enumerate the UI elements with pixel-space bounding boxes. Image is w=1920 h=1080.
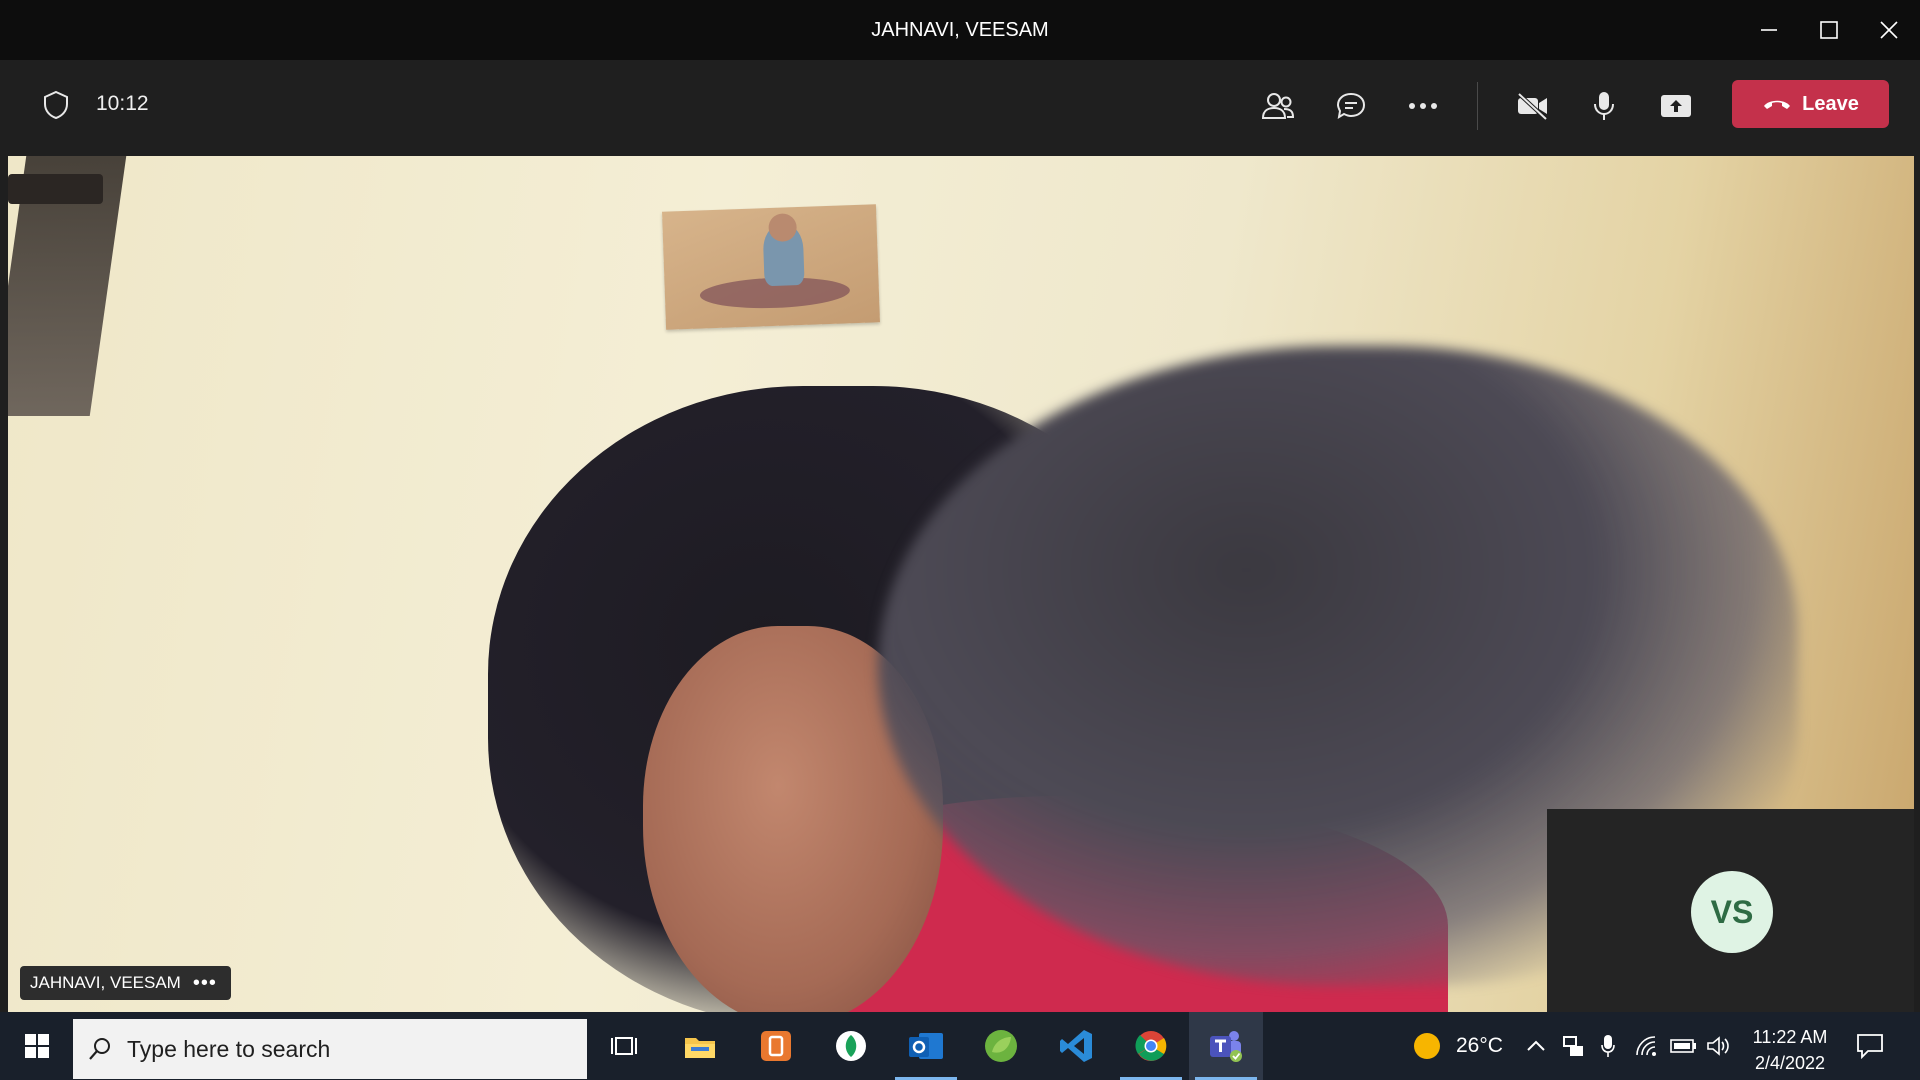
microphone-tray[interactable] (1600, 1012, 1616, 1080)
clock-date: 2/4/2022 (1754, 1053, 1826, 1073)
mic-tray-icon (1601, 1035, 1615, 1057)
video-curtain-rod (8, 174, 103, 204)
meeting-timer: 10:12 (96, 92, 149, 115)
chat-icon (1336, 92, 1366, 119)
file-explorer-app[interactable] (663, 1012, 737, 1080)
task-view-button[interactable] (587, 1012, 661, 1080)
notifications-button[interactable] (1856, 1012, 1884, 1080)
notification-icon (1857, 1034, 1883, 1059)
teams-app[interactable] (1189, 1012, 1263, 1080)
outlook-app[interactable] (889, 1012, 963, 1080)
minimize-icon (1761, 29, 1777, 31)
device-icon (1563, 1036, 1583, 1056)
office-app[interactable] (739, 1012, 813, 1080)
teams-icon (1210, 1031, 1242, 1062)
meeting-toolbar: 10:12 Leave (0, 60, 1920, 152)
start-button[interactable] (0, 1012, 74, 1080)
battery-tray[interactable] (1670, 1012, 1698, 1080)
vscode-icon (1060, 1030, 1092, 1062)
window-title: JAHNAVI, VEESAM (871, 19, 1049, 41)
people-icon (1261, 93, 1295, 119)
participants-button[interactable] (1254, 84, 1302, 128)
spring-leaf-icon (985, 1030, 1017, 1062)
search-placeholder: Type here to search (127, 1035, 331, 1062)
camera-toggle-button[interactable] (1509, 84, 1557, 128)
video-wall-photo (662, 204, 880, 330)
taskbar-search-box[interactable]: Type here to search (73, 1019, 587, 1079)
task-view-icon (611, 1037, 637, 1055)
battery-icon (1670, 1039, 1696, 1053)
more-actions-button[interactable] (1399, 84, 1447, 128)
participant-name: JAHNAVI, VEESAM (30, 973, 181, 992)
close-button[interactable] (1853, 0, 1920, 60)
folder-icon (685, 1038, 715, 1058)
show-hidden-icons-button[interactable] (1526, 1012, 1546, 1080)
sun-icon (1414, 1033, 1440, 1059)
self-avatar: VS (1691, 871, 1773, 953)
network-device-tray[interactable] (1561, 1012, 1585, 1080)
search-icon (89, 1038, 110, 1060)
camera-off-icon (1517, 92, 1548, 120)
clock-time: 11:22 AM (1752, 1027, 1828, 1047)
outlook-icon (909, 1033, 943, 1059)
toolbar-divider (1477, 82, 1478, 130)
office-icon (761, 1031, 791, 1061)
windows-logo-icon (25, 1034, 49, 1058)
participant-name-tag[interactable]: JAHNAVI, VEESAM ••• (20, 966, 231, 1000)
chrome-icon (1135, 1031, 1167, 1061)
hang-up-icon (1764, 100, 1791, 109)
maximize-icon (1820, 21, 1838, 39)
speaker-icon (1707, 1036, 1729, 1056)
leave-label: Leave (1802, 92, 1859, 115)
leave-button[interactable]: Leave (1732, 80, 1889, 128)
weather-temperature: 26°C (1456, 1034, 1503, 1057)
shield-icon (44, 90, 68, 120)
wifi-tray[interactable] (1634, 1012, 1660, 1080)
more-icon (1409, 103, 1437, 109)
vscode-app[interactable] (1039, 1012, 1113, 1080)
weather-widget[interactable]: 26°C (1412, 1012, 1503, 1080)
leaf-app-icon (836, 1031, 866, 1061)
close-icon (1880, 21, 1898, 39)
share-icon (1661, 95, 1691, 117)
chat-button[interactable] (1327, 84, 1375, 128)
chrome-app[interactable] (1114, 1012, 1188, 1080)
self-view-tile[interactable]: VS (1547, 809, 1914, 1012)
participant-options-icon[interactable]: ••• (193, 973, 217, 993)
spring-tool-app[interactable] (964, 1012, 1038, 1080)
title-bar: JAHNAVI, VEESAM (0, 0, 1920, 60)
taskbar-clock[interactable]: 11:22 AM 2/4/2022 (1748, 1024, 1832, 1076)
green-app[interactable] (814, 1012, 888, 1080)
volume-tray[interactable] (1706, 1012, 1732, 1080)
share-screen-button[interactable] (1652, 84, 1700, 128)
microphone-button[interactable] (1580, 84, 1628, 128)
chevron-up-icon (1527, 1040, 1545, 1051)
microphone-icon (1594, 92, 1614, 120)
wifi-icon (1636, 1036, 1656, 1056)
windows-taskbar: Type here to search 26°C 11:22 AM 2/4/20… (0, 1012, 1920, 1080)
